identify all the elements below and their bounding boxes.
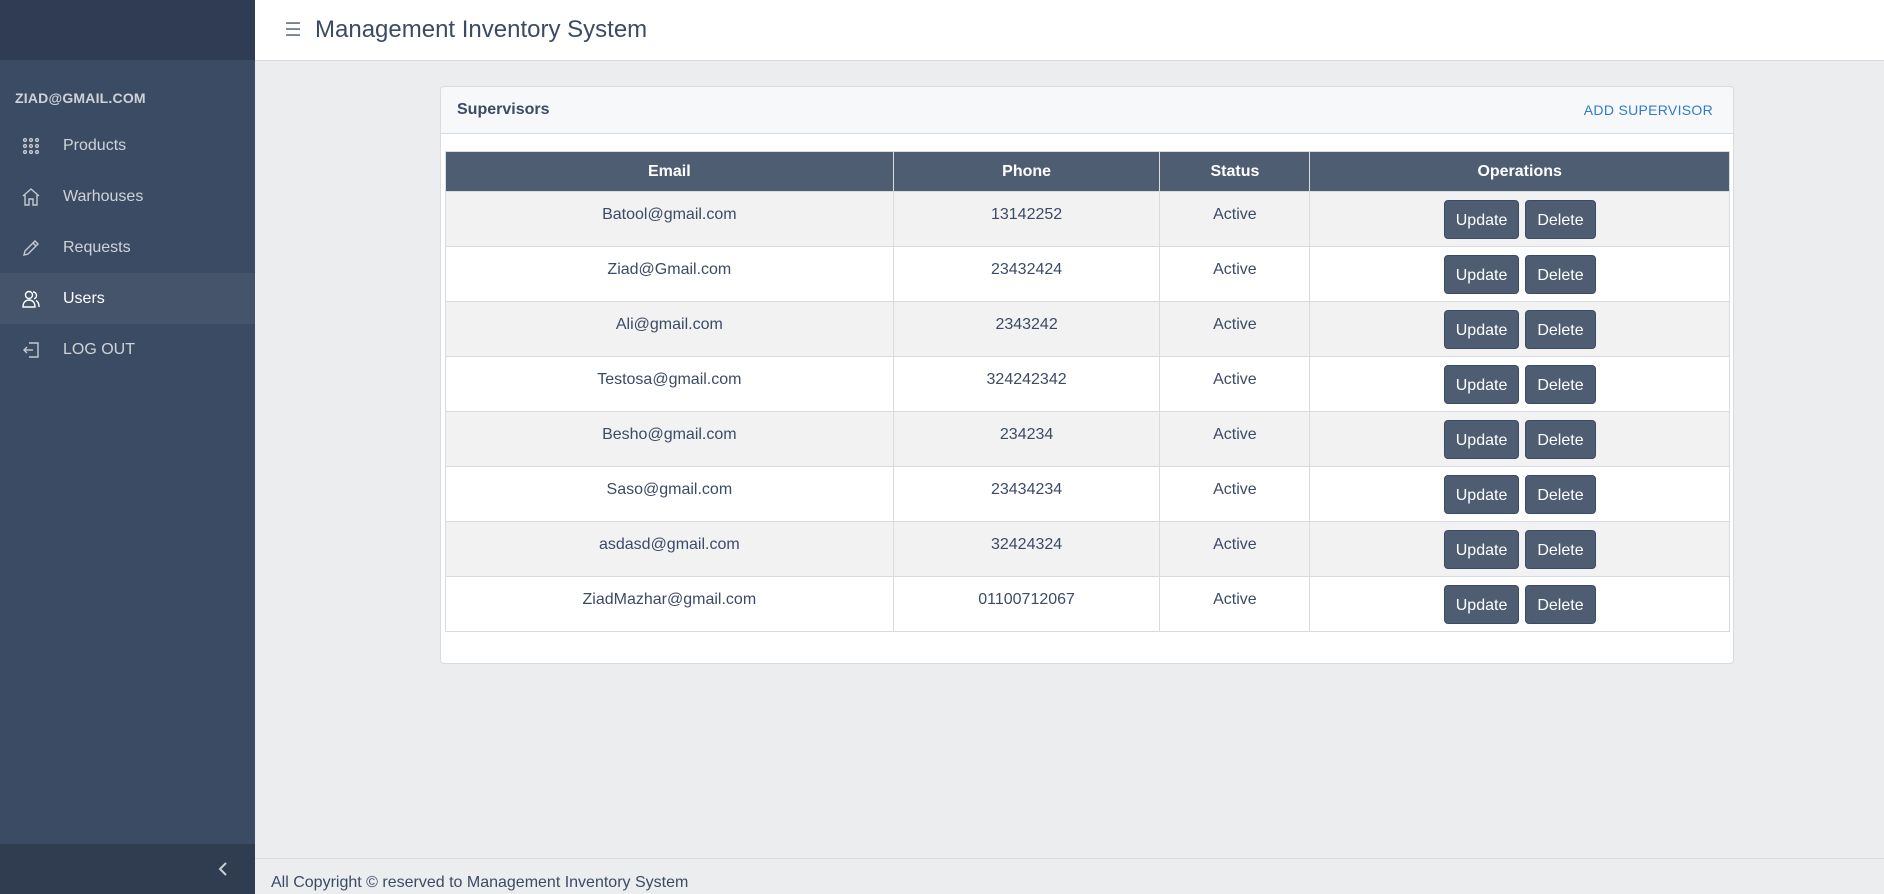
cell-operations: Update Delete bbox=[1309, 521, 1730, 577]
cell-phone: 2343242 bbox=[892, 301, 1161, 357]
cell-status: Active bbox=[1159, 411, 1311, 467]
delete-button[interactable]: Delete bbox=[1525, 475, 1596, 514]
delete-button[interactable]: Delete bbox=[1525, 420, 1596, 459]
page-title: Management Inventory System bbox=[315, 16, 648, 43]
sidebar: ZIAD@GMAIL.COM Products Warhouses Reques… bbox=[0, 0, 255, 894]
card-title: Supervisors bbox=[457, 101, 550, 118]
sidebar-item-logout[interactable]: LOG OUT bbox=[0, 324, 255, 375]
column-header-operations: Operations bbox=[1309, 151, 1730, 192]
cell-email: Besho@gmail.com bbox=[445, 411, 894, 467]
cell-email: Testosa@gmail.com bbox=[445, 356, 894, 412]
footer: All Copyright © reserved to Management I… bbox=[255, 858, 1884, 894]
cell-phone: 32424324 bbox=[892, 521, 1161, 577]
cell-status: Active bbox=[1159, 356, 1311, 412]
cell-status: Active bbox=[1159, 466, 1311, 522]
sidebar-item-label: Warhouses bbox=[63, 187, 144, 205]
pencil-icon bbox=[20, 237, 42, 259]
logout-icon bbox=[20, 339, 42, 361]
cell-phone: 23432424 bbox=[892, 246, 1161, 302]
cell-operations: Update Delete bbox=[1309, 191, 1730, 247]
sidebar-item-users[interactable]: Users bbox=[0, 273, 255, 324]
column-header-email: Email bbox=[445, 151, 894, 192]
chevron-left-icon bbox=[218, 862, 227, 876]
cell-status: Active bbox=[1159, 191, 1311, 247]
sidebar-item-label: Users bbox=[63, 289, 105, 307]
sidebar-user-email: ZIAD@GMAIL.COM bbox=[15, 90, 146, 106]
cell-phone: 324242342 bbox=[892, 356, 1161, 412]
cell-email: Ziad@Gmail.com bbox=[445, 246, 894, 302]
update-button[interactable]: Update bbox=[1443, 255, 1520, 294]
supervisors-card: Supervisors ADD SUPERVISOR Email Phone S… bbox=[440, 86, 1734, 664]
cell-phone: 01100712067 bbox=[892, 576, 1161, 632]
cell-operations: Update Delete bbox=[1309, 576, 1730, 632]
users-icon bbox=[20, 288, 42, 310]
supervisors-table: Email Phone Status Operations Batool@gma… bbox=[445, 151, 1730, 632]
cell-status: Active bbox=[1159, 246, 1311, 302]
column-header-phone: Phone bbox=[892, 151, 1161, 192]
column-header-status: Status bbox=[1159, 151, 1311, 192]
cell-email: Saso@gmail.com bbox=[445, 466, 894, 522]
table-row: ZiadMazhar@gmail.com 01100712067 Active Upd… bbox=[445, 576, 1730, 632]
table-row: Ziad@Gmail.com 23432424 Active Update Delete bbox=[445, 246, 1730, 302]
cell-operations: Update Delete bbox=[1309, 411, 1730, 467]
table-row: asdasd@gmail.com 32424324 Active Update Dele… bbox=[445, 521, 1730, 577]
sidebar-minimizer-button[interactable] bbox=[0, 844, 255, 894]
cell-phone: 23434234 bbox=[892, 466, 1161, 522]
sidebar-item-label: LOG OUT bbox=[63, 340, 136, 358]
cell-operations: Update Delete bbox=[1309, 246, 1730, 302]
update-button[interactable]: Update bbox=[1443, 310, 1520, 349]
table-row: Saso@gmail.com 23434234 Active Update Delete bbox=[445, 466, 1730, 522]
cell-email: ZiadMazhar@gmail.com bbox=[445, 576, 894, 632]
cell-email: Ali@gmail.com bbox=[445, 301, 894, 357]
cell-operations: Update Delete bbox=[1309, 466, 1730, 522]
sidebar-item-warhouses[interactable]: Warhouses bbox=[0, 171, 255, 222]
table-row: Ali@gmail.com 2343242 Active Update Delete bbox=[445, 301, 1730, 357]
update-button[interactable]: Update bbox=[1443, 585, 1520, 624]
home-icon bbox=[20, 186, 42, 208]
update-button[interactable]: Update bbox=[1443, 530, 1520, 569]
cell-operations: Update Delete bbox=[1309, 356, 1730, 412]
delete-button[interactable]: Delete bbox=[1525, 310, 1596, 349]
sidebar-nav: Products Warhouses Requests Users LOG OU… bbox=[0, 120, 255, 375]
update-button[interactable]: Update bbox=[1443, 365, 1520, 404]
header: ☰ Management Inventory System bbox=[255, 0, 1884, 61]
table-row: Testosa@gmail.com 324242342 Active Update De… bbox=[445, 356, 1730, 412]
cell-operations: Update Delete bbox=[1309, 301, 1730, 357]
sidebar-item-label: Requests bbox=[63, 238, 131, 256]
card-header: Supervisors ADD SUPERVISOR bbox=[441, 87, 1733, 134]
update-button[interactable]: Update bbox=[1443, 420, 1520, 459]
delete-button[interactable]: Delete bbox=[1525, 255, 1596, 294]
cell-status: Active bbox=[1159, 576, 1311, 632]
cell-status: Active bbox=[1159, 521, 1311, 577]
sidebar-brand bbox=[0, 0, 255, 60]
table-row: Besho@gmail.com 234234 Active Update Delete bbox=[445, 411, 1730, 467]
delete-button[interactable]: Delete bbox=[1525, 585, 1596, 624]
cell-email: asdasd@gmail.com bbox=[445, 521, 894, 577]
delete-button[interactable]: Delete bbox=[1525, 530, 1596, 569]
footer-copyright: All Copyright © reserved to Management I… bbox=[271, 874, 689, 891]
table-row: Batool@gmail.com 13142252 Active Update Dele… bbox=[445, 191, 1730, 247]
table-body: Batool@gmail.com 13142252 Active Update Dele… bbox=[445, 191, 1730, 632]
table-header-row: Email Phone Status Operations bbox=[445, 151, 1730, 192]
update-button[interactable]: Update bbox=[1443, 200, 1520, 239]
delete-button[interactable]: Delete bbox=[1525, 365, 1596, 404]
cell-email: Batool@gmail.com bbox=[445, 191, 894, 247]
sidebar-item-requests[interactable]: Requests bbox=[0, 222, 255, 273]
sidebar-item-label: Products bbox=[63, 136, 127, 154]
cell-status: Active bbox=[1159, 301, 1311, 357]
add-supervisor-link[interactable]: ADD SUPERVISOR bbox=[1584, 102, 1713, 118]
delete-button[interactable]: Delete bbox=[1525, 200, 1596, 239]
cell-phone: 13142252 bbox=[892, 191, 1161, 247]
hamburger-menu-icon[interactable]: ☰ bbox=[281, 18, 305, 42]
update-button[interactable]: Update bbox=[1443, 475, 1520, 514]
cell-phone: 234234 bbox=[892, 411, 1161, 467]
grid-icon bbox=[20, 135, 42, 157]
sidebar-item-products[interactable]: Products bbox=[0, 120, 255, 171]
